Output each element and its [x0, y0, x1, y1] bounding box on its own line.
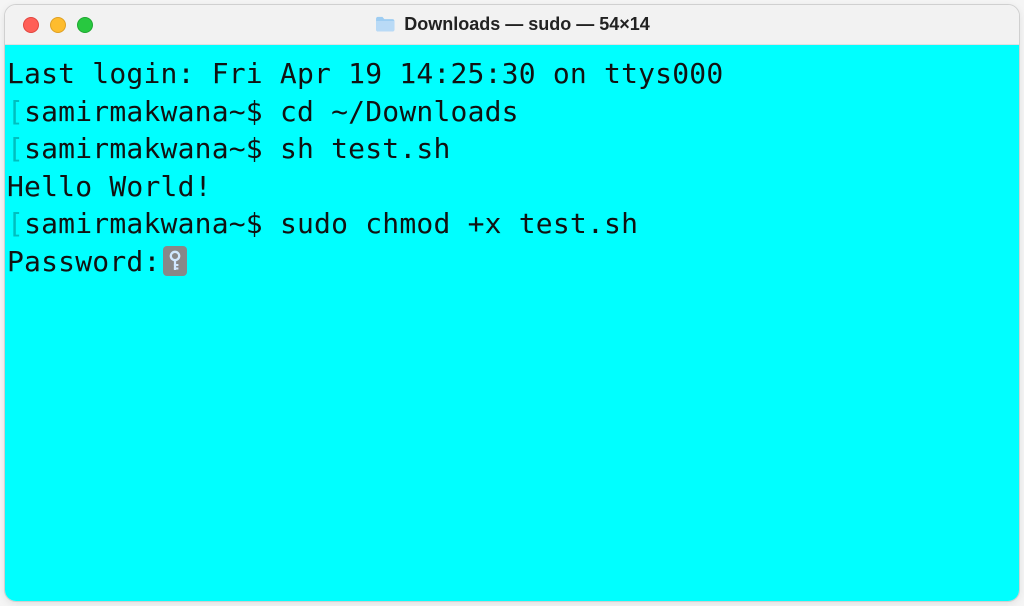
prompt-line: [samirmakwana~$ sh test.sh — [7, 130, 1013, 168]
prompt-bracket: [ — [7, 205, 24, 243]
close-button[interactable] — [23, 17, 39, 33]
password-prompt-line: Password: — [7, 243, 1013, 281]
last-login-line: Last login: Fri Apr 19 14:25:30 on ttys0… — [7, 55, 1013, 93]
prompt-user: samirmakwana~$ — [24, 93, 280, 131]
output-text: Hello World! — [7, 168, 212, 206]
terminal-window: Downloads — sudo — 54×14 Last login: Fri… — [4, 4, 1020, 602]
key-icon — [163, 246, 187, 276]
password-label: Password: — [7, 243, 161, 281]
prompt-bracket: [ — [7, 130, 24, 168]
window-controls — [5, 17, 93, 33]
prompt-user: samirmakwana~$ — [24, 130, 280, 168]
command-text: sudo chmod +x test.sh — [280, 205, 638, 243]
window-title-container: Downloads — sudo — 54×14 — [374, 14, 650, 35]
terminal-body[interactable]: Last login: Fri Apr 19 14:25:30 on ttys0… — [5, 45, 1019, 601]
maximize-button[interactable] — [77, 17, 93, 33]
folder-icon — [374, 16, 396, 34]
command-text: sh test.sh — [280, 130, 451, 168]
last-login-text: Last login: Fri Apr 19 14:25:30 on ttys0… — [7, 55, 723, 93]
prompt-line: [samirmakwana~$ cd ~/Downloads — [7, 93, 1013, 131]
minimize-button[interactable] — [50, 17, 66, 33]
prompt-line: [samirmakwana~$ sudo chmod +x test.sh — [7, 205, 1013, 243]
prompt-user: samirmakwana~$ — [24, 205, 280, 243]
prompt-bracket: [ — [7, 93, 24, 131]
output-line: Hello World! — [7, 168, 1013, 206]
command-text: cd ~/Downloads — [280, 93, 519, 131]
window-title: Downloads — sudo — 54×14 — [404, 14, 650, 35]
titlebar: Downloads — sudo — 54×14 — [5, 5, 1019, 45]
